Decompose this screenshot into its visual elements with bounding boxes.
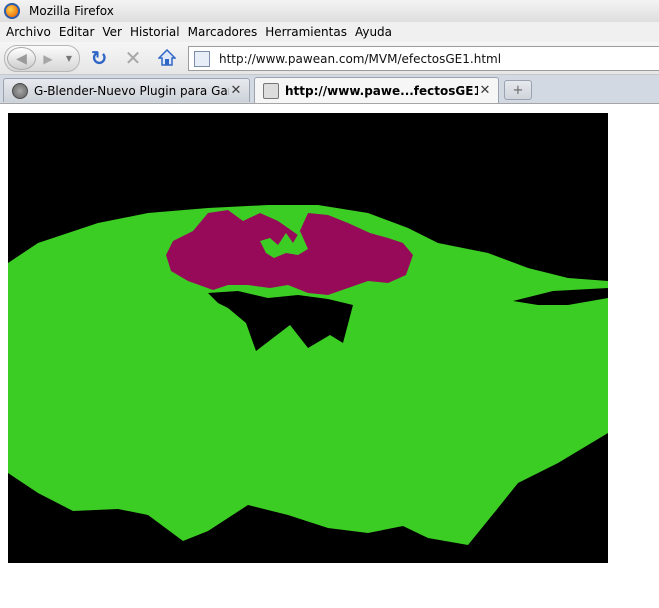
home-button[interactable]	[156, 47, 178, 69]
menu-ayuda[interactable]: Ayuda	[355, 25, 392, 39]
plus-icon: +	[512, 82, 524, 98]
menu-ver[interactable]: Ver	[102, 25, 122, 39]
window-titlebar: Mozilla Firefox	[0, 0, 659, 22]
firefox-logo-icon	[4, 3, 20, 19]
close-icon[interactable]: ✕	[478, 83, 492, 98]
menu-bar: Archivo Editar Ver Historial Marcadores …	[0, 22, 659, 42]
stop-icon: ✕	[124, 46, 142, 70]
tab-label: G-Blender-Nuevo Plugin para Gam...	[34, 83, 229, 98]
page-favicon-icon	[263, 82, 279, 99]
menu-marcadores[interactable]: Marcadores	[188, 25, 258, 39]
navigation-toolbar: ◀ ▶ ▼ ↻ ✕ http://www.pawean.com/MVM/efec…	[0, 42, 659, 75]
new-tab-button[interactable]: +	[504, 80, 532, 100]
stop-button[interactable]: ✕	[122, 46, 144, 70]
game-scene	[8, 113, 608, 563]
back-arrow-icon: ◀	[16, 50, 27, 67]
tab-bar: G-Blender-Nuevo Plugin para Gam... ✕ htt…	[0, 75, 659, 104]
forward-button[interactable]: ▶	[39, 50, 57, 67]
menu-editar[interactable]: Editar	[59, 25, 95, 39]
home-icon	[158, 49, 176, 66]
address-bar[interactable]: http://www.pawean.com/MVM/efectosGE1.htm…	[188, 46, 659, 71]
tab-g-blender[interactable]: G-Blender-Nuevo Plugin para Gam... ✕	[3, 78, 250, 102]
url-text[interactable]: http://www.pawean.com/MVM/efectosGE1.htm…	[219, 52, 501, 66]
menu-archivo[interactable]: Archivo	[6, 25, 51, 39]
site-favicon-icon	[12, 82, 28, 99]
site-identity-icon[interactable]	[194, 50, 210, 67]
window-title: Mozilla Firefox	[29, 4, 114, 18]
game-canvas[interactable]	[8, 113, 608, 563]
back-button[interactable]: ◀	[7, 47, 36, 70]
menu-herramientas[interactable]: Herramientas	[265, 25, 347, 39]
menu-historial[interactable]: Historial	[130, 25, 180, 39]
back-forward-group: ◀ ▶ ▼	[4, 45, 80, 72]
tab-label: http://www.pawe...fectosGE1.html	[285, 83, 478, 98]
page-content	[0, 104, 659, 608]
forward-arrow-icon: ▶	[43, 51, 53, 66]
tab-efectos-active[interactable]: http://www.pawe...fectosGE1.html ✕	[254, 77, 499, 103]
close-icon[interactable]: ✕	[229, 83, 243, 98]
history-dropdown-button[interactable]: ▼	[63, 52, 75, 64]
reload-icon: ↻	[90, 46, 108, 70]
reload-button[interactable]: ↻	[88, 46, 110, 70]
chevron-down-icon: ▼	[65, 53, 73, 63]
